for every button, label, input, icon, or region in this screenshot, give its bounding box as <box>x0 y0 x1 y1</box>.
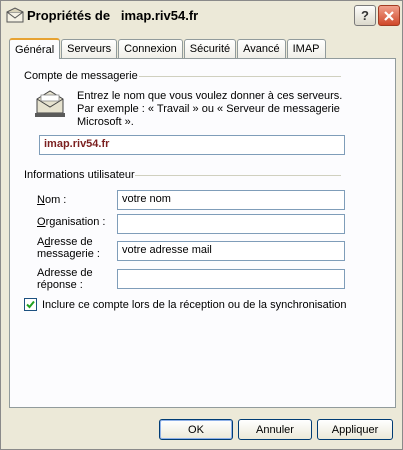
cancel-button[interactable]: Annuler <box>238 419 312 440</box>
apply-button[interactable]: Appliquer <box>317 419 393 440</box>
help-button[interactable]: ? <box>354 5 376 26</box>
email-address-label: Adresse de messagerie : <box>37 236 100 260</box>
close-button[interactable] <box>378 5 400 26</box>
properties-dialog: Propriétés de imap.riv54.fr ? Général Se… <box>0 0 403 450</box>
user-info-group-label: Informations utilisateur <box>24 169 135 181</box>
tab-security[interactable]: Sécurité <box>183 39 237 58</box>
email-label-line1: Adresse de <box>37 236 93 248</box>
description-line: Microsoft ». <box>77 116 134 128</box>
organization-input[interactable] <box>117 214 345 234</box>
tab-general[interactable]: Général <box>9 38 61 59</box>
reply-address-input[interactable] <box>117 269 345 289</box>
description-line: Par exemple : « Travail » ou « Serveur d… <box>77 103 340 115</box>
account-group-label: Compte de messagerie <box>24 70 138 82</box>
mailbox-icon <box>33 89 67 119</box>
include-account-option[interactable]: Inclure ce compte lors de la réception o… <box>24 298 347 311</box>
group-divider <box>134 175 341 176</box>
tab-imap[interactable]: IMAP <box>286 39 326 58</box>
email-address-input[interactable]: votre adresse mail <box>117 241 345 261</box>
include-account-label: Inclure ce compte lors de la réception o… <box>42 298 347 311</box>
description-line: Entrez le nom que vous voulez donner à c… <box>77 90 343 102</box>
reply-label-line1: Adresse de <box>37 267 93 279</box>
name-label: Nom : <box>37 194 67 206</box>
window-title: Propriétés de imap.riv54.fr <box>27 8 199 23</box>
tab-advanced[interactable]: Avancé <box>237 39 286 58</box>
name-label-rest: om : <box>44 194 67 206</box>
tab-servers[interactable]: Serveurs <box>61 39 118 58</box>
account-description: Entrez le nom que vous voulez donner à c… <box>77 90 367 129</box>
name-input[interactable]: votre nom <box>117 190 345 210</box>
organization-label: Organisation : <box>37 216 106 228</box>
email-label-line2: messagerie : <box>37 248 100 260</box>
group-divider <box>139 76 341 77</box>
close-icon <box>384 10 394 21</box>
checkmark-icon <box>26 300 35 309</box>
reply-label-line2: réponse : <box>37 279 83 291</box>
reply-address-label: Adresse de réponse : <box>37 267 93 291</box>
tab-strip: Général Serveurs Connexion Sécurité Avan… <box>9 38 327 59</box>
account-name-input[interactable]: imap.riv54.fr <box>39 135 345 155</box>
title-bar[interactable]: Propriétés de imap.riv54.fr ? <box>1 1 402 31</box>
tab-connection[interactable]: Connexion <box>118 39 183 58</box>
mail-account-icon <box>6 7 24 23</box>
include-account-checkbox[interactable] <box>24 298 37 311</box>
ok-button[interactable]: OK <box>159 419 233 440</box>
